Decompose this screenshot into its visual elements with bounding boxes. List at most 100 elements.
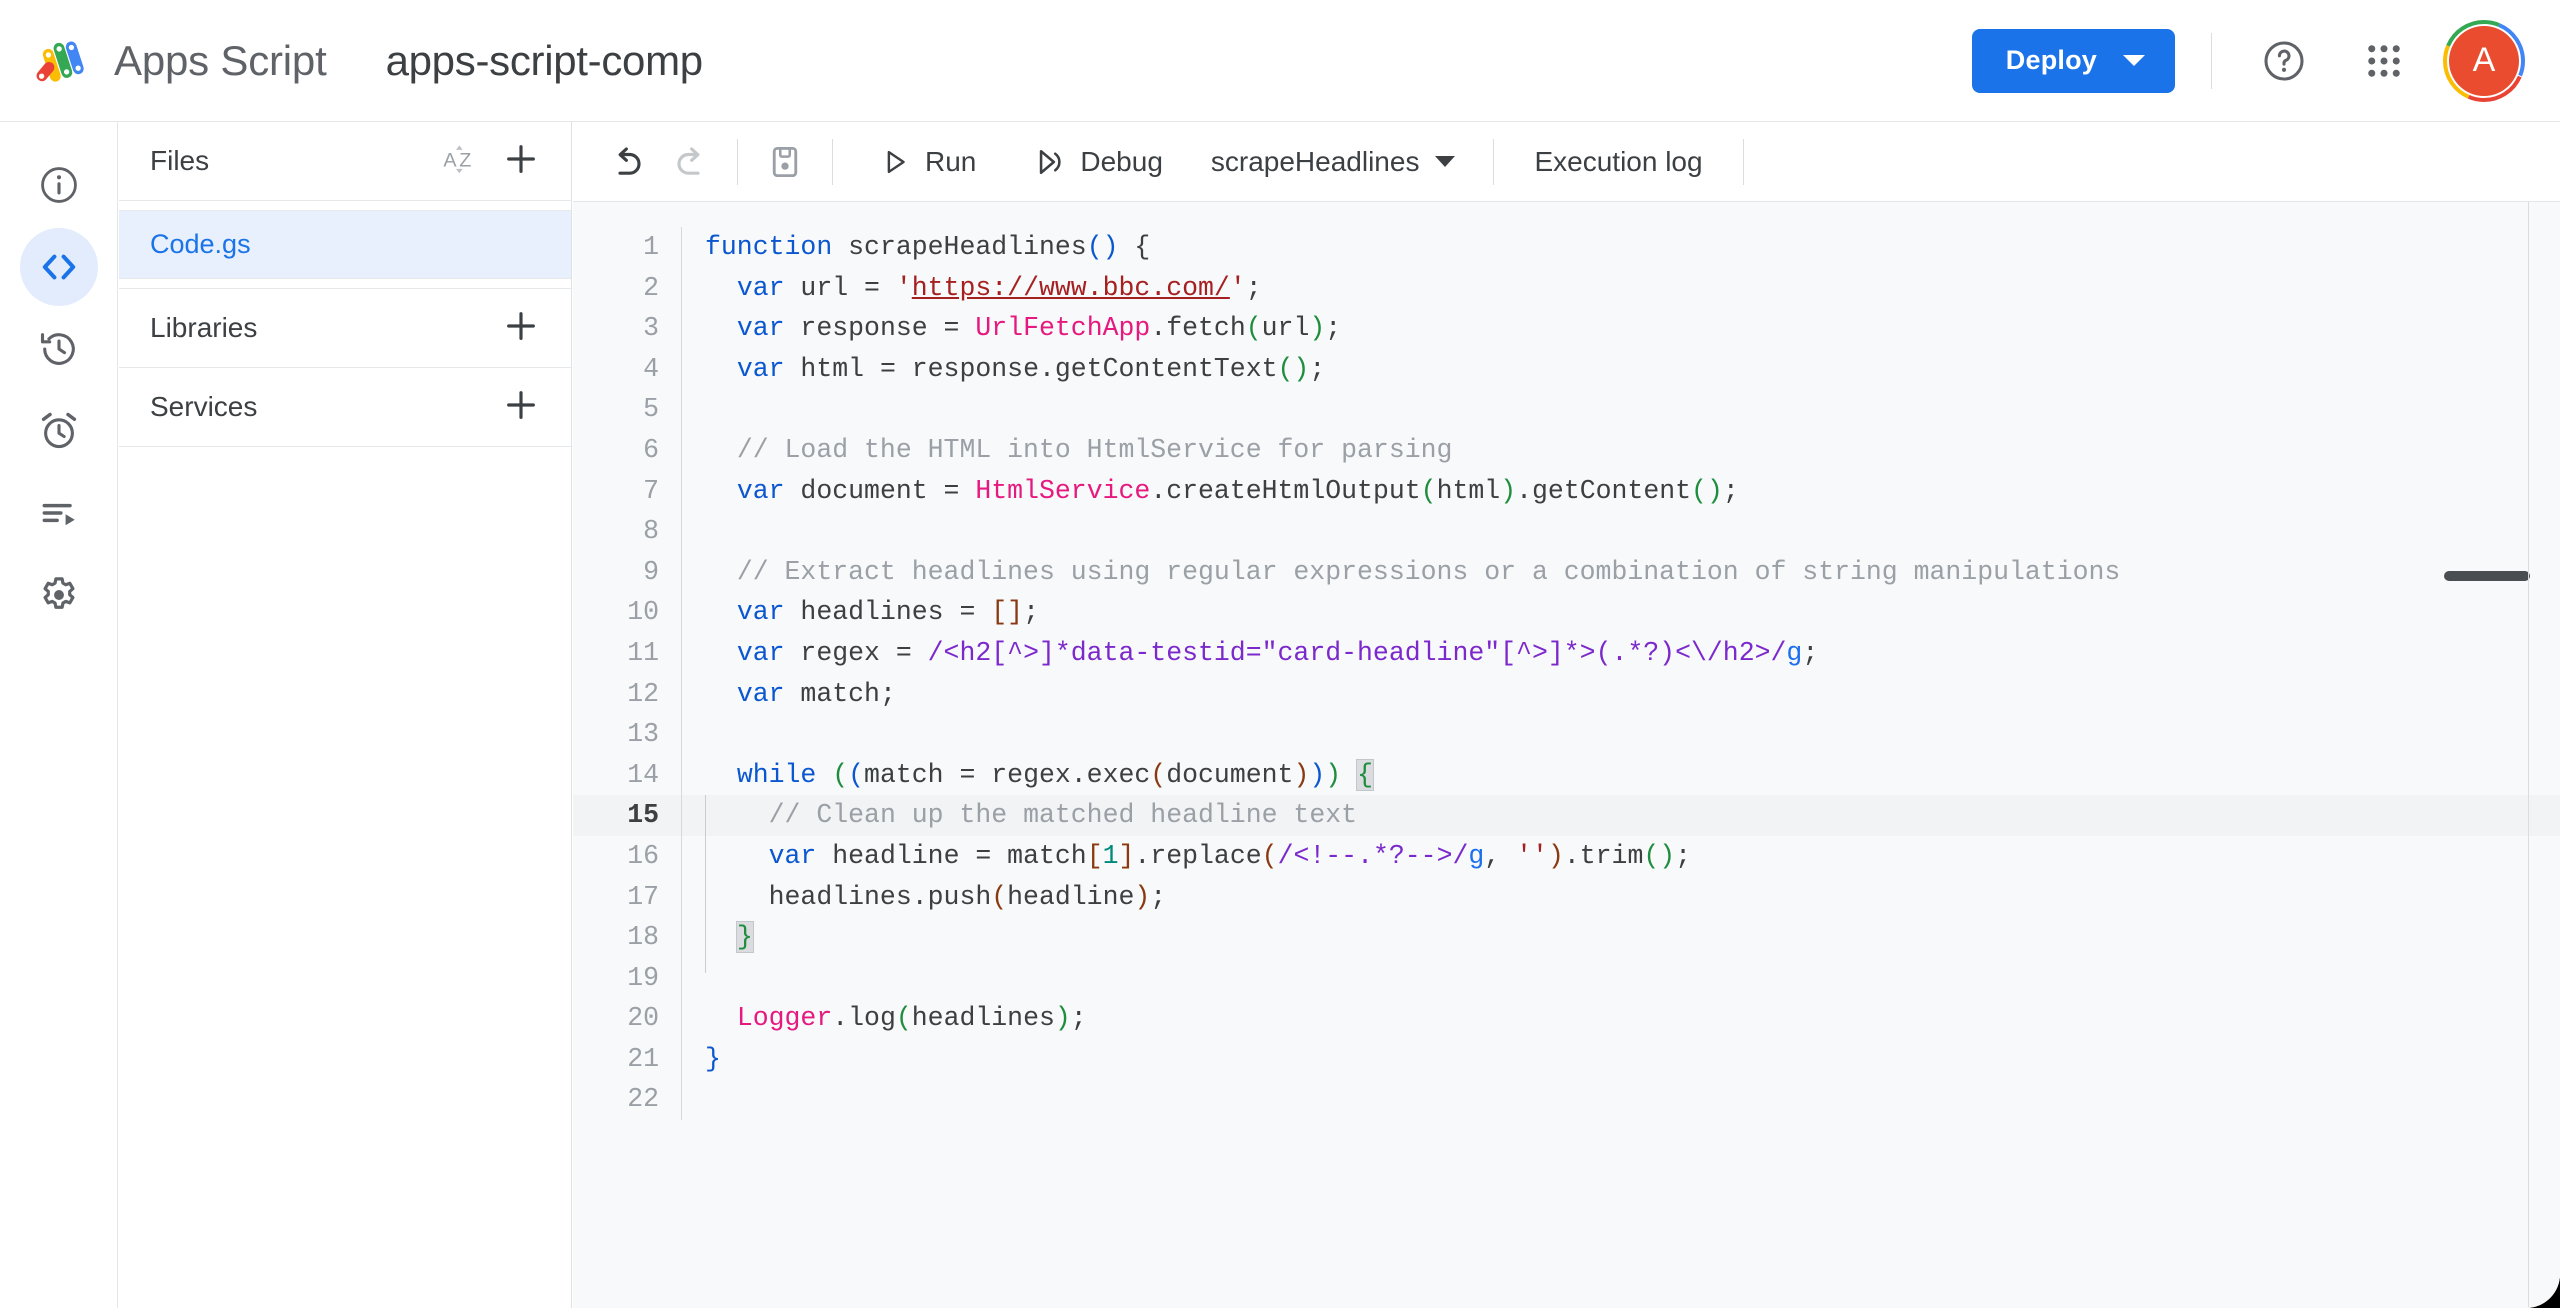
line-content[interactable]: var regex = /<h2[^>]*data-testid="card-h… (682, 633, 2560, 674)
line-number: 12 (627, 678, 659, 709)
help-button[interactable] (2248, 25, 2320, 97)
code-line[interactable]: 20 Logger.log(headlines); (573, 998, 2560, 1039)
code-line[interactable]: 18 } (573, 917, 2560, 958)
files-panel: Files A Z Code.gs Libraries Services (119, 122, 572, 1308)
left-nav-rail (0, 122, 118, 1308)
file-item-code-gs[interactable]: Code.gs (119, 211, 571, 279)
sort-az-button[interactable]: A Z (441, 140, 479, 183)
line-number: 11 (627, 637, 659, 668)
horizontal-scrollbar[interactable] (2444, 571, 2530, 581)
execution-log-button[interactable]: Execution log (1516, 133, 1720, 191)
line-content[interactable]: } (682, 917, 2560, 958)
debug-step-icon (1040, 149, 1062, 174)
line-number: 3 (643, 313, 659, 344)
code-line[interactable]: 8 (573, 511, 2560, 552)
chevron-down-icon (1435, 156, 1456, 167)
brand-group[interactable]: Apps Script (36, 32, 327, 90)
help-circle-icon (2264, 40, 2304, 81)
line-content[interactable]: var match; (682, 674, 2560, 715)
save-button[interactable] (754, 131, 816, 193)
deploy-button[interactable]: Deploy (1971, 28, 2175, 93)
debug-button[interactable]: Debug (1014, 133, 1181, 191)
code-line[interactable]: 6 // Load the HTML into HtmlService for … (573, 429, 2560, 471)
google-apps-button[interactable] (2348, 25, 2420, 97)
sidebar-item-editor[interactable] (19, 228, 98, 306)
code-line[interactable]: 3 var response = UrlFetchApp.fetch(url); (573, 308, 2560, 349)
sidebar-item-executions[interactable] (20, 474, 98, 552)
code-line[interactable]: 14 while ((match = regex.exec(document))… (573, 754, 2560, 796)
editor-area: Run Debug scrapeHeadlines Execution log (573, 122, 2560, 1308)
code-line[interactable]: 7 var document = HtmlService.createHtmlO… (573, 470, 2560, 512)
plus-icon (507, 144, 535, 173)
line-content[interactable]: var url = 'https://www.bbc.com/'; (682, 268, 2560, 309)
code-line[interactable]: 16 var headline = match[1].replace(/<!--… (573, 835, 2560, 877)
line-content[interactable]: var html = response.getContentText(); (682, 349, 2560, 390)
line-content[interactable]: headlines.push(headline); (682, 877, 2560, 918)
code-line-active[interactable]: 15 // Clean up the matched headline text (573, 795, 2560, 836)
code-line[interactable]: 4 var html = response.getContentText(); (573, 348, 2560, 390)
add-service-button[interactable] (501, 385, 541, 430)
file-name: Code.gs (150, 229, 251, 259)
sidebar-item-project-settings[interactable] (20, 556, 98, 634)
line-content[interactable] (682, 958, 2560, 999)
line-number: 4 (643, 353, 659, 384)
sort-az-icon: A Z (443, 144, 471, 173)
avatar[interactable]: A (2442, 19, 2526, 103)
brand-name: Apps Script (114, 36, 327, 84)
services-header[interactable]: Services (119, 368, 571, 447)
line-content[interactable] (682, 714, 2560, 755)
line-content[interactable]: var headline = match[1].replace(/<!--.*?… (682, 836, 2560, 877)
code-line[interactable]: 1 function scrapeHeadlines() { (573, 227, 2560, 268)
line-content[interactable]: } (682, 1039, 2560, 1080)
line-content[interactable]: var headlines = []; (682, 592, 2560, 633)
line-number: 15 (627, 800, 659, 831)
avatar-initial: A (2449, 25, 2519, 96)
line-content[interactable] (682, 389, 2560, 430)
info-circle-icon (40, 167, 77, 203)
files-header: Files A Z (119, 122, 571, 201)
code-line[interactable]: 12 var match; (573, 673, 2560, 715)
add-library-button[interactable] (501, 306, 541, 351)
line-content[interactable]: Logger.log(headlines); (682, 998, 2560, 1039)
sidebar-item-triggers[interactable] (20, 392, 98, 470)
code-brackets-icon (42, 254, 75, 280)
code-line[interactable]: 9 // Extract headlines using regular exp… (573, 551, 2560, 593)
line-content[interactable]: function scrapeHeadlines() { (682, 227, 2560, 268)
line-number: 16 (627, 840, 659, 871)
indent-guide (705, 795, 706, 973)
sidebar-item-overview[interactable] (20, 146, 98, 224)
code-line[interactable]: 5 (573, 389, 2560, 430)
code-line[interactable]: 13 (573, 714, 2560, 755)
toolbar-divider-2 (832, 138, 833, 185)
code-line[interactable]: 11 var regex = /<h2[^>]*data-testid="car… (573, 632, 2560, 674)
line-content[interactable]: while ((match = regex.exec(document))) { (682, 755, 2560, 796)
code-line[interactable]: 21 } (573, 1038, 2560, 1080)
chevron-down-icon (2123, 55, 2145, 66)
sidebar-item-triggers-history[interactable] (20, 310, 98, 388)
undo-button[interactable] (597, 131, 659, 193)
line-content[interactable]: // Clean up the matched headline text (682, 795, 2560, 836)
line-content[interactable] (682, 511, 2560, 552)
code-line[interactable]: 10 var headlines = []; (573, 592, 2560, 633)
run-button[interactable]: Run (861, 133, 994, 191)
line-content[interactable]: var document = HtmlService.createHtmlOut… (682, 471, 2560, 512)
redo-button[interactable] (659, 131, 721, 193)
line-number: 19 (627, 962, 659, 993)
libraries-header[interactable]: Libraries (119, 289, 571, 368)
code-lines[interactable]: 1 function scrapeHeadlines() { 2 var url… (573, 202, 2560, 1121)
code-editor[interactable]: 1 function scrapeHeadlines() { 2 var url… (573, 202, 2560, 1307)
function-select[interactable]: scrapeHeadlines (1195, 133, 1472, 191)
line-content[interactable]: var response = UrlFetchApp.fetch(url); (682, 308, 2560, 349)
code-line[interactable]: 19 (573, 957, 2560, 999)
line-content[interactable] (682, 1079, 2560, 1120)
line-content[interactable]: // Load the HTML into HtmlService for pa… (682, 430, 2560, 471)
svg-text:A: A (443, 149, 457, 171)
line-content[interactable]: // Extract headlines using regular expre… (682, 552, 2560, 593)
history-clock-icon (40, 333, 75, 365)
line-number: 13 (627, 719, 659, 750)
page-title[interactable]: apps-script-comp (386, 37, 704, 85)
code-line[interactable]: 17 headlines.push(headline); (573, 876, 2560, 918)
add-file-button[interactable] (501, 139, 541, 184)
code-line[interactable]: 22 (573, 1079, 2560, 1121)
code-line[interactable]: 2 var url = 'https://www.bbc.com/'; (573, 267, 2560, 309)
